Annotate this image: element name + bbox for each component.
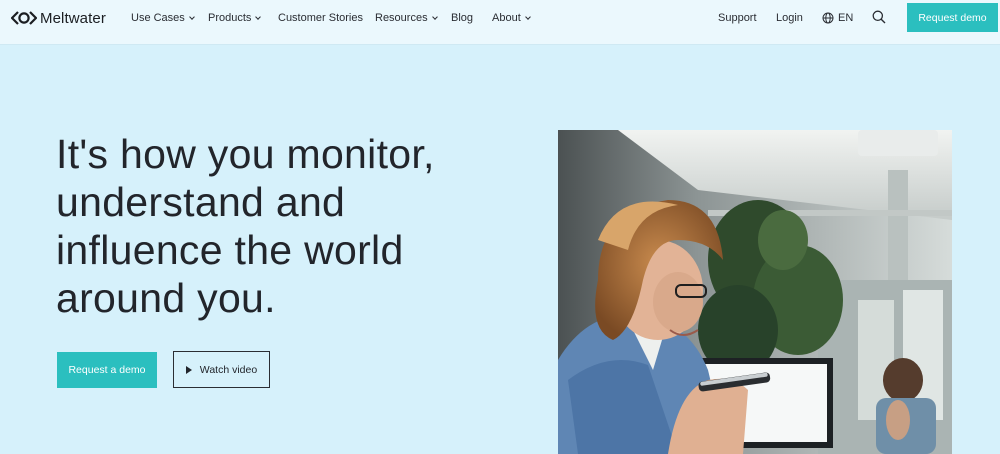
nav-item-about[interactable]: About: [492, 11, 531, 25]
globe-icon[interactable]: [822, 12, 834, 24]
chevron-down-icon: [255, 13, 262, 20]
brand-name: Meltwater: [40, 9, 106, 27]
nav-item-label: Blog: [451, 12, 474, 24]
nav-item-use-cases[interactable]: Use Cases: [131, 11, 195, 25]
top-navigation: Meltwater Use Cases Products Customer St…: [0, 0, 1000, 45]
watch-video-button[interactable]: Watch video: [173, 351, 270, 388]
hero-headline-line: It's how you monitor,: [56, 131, 435, 177]
nav-item-label: About: [492, 12, 521, 24]
hero-headline-line: around you.: [56, 275, 276, 321]
language-selector[interactable]: EN: [838, 11, 853, 25]
nav-support-link[interactable]: Support: [718, 11, 757, 25]
hero-image: [558, 130, 952, 454]
nav-item-products[interactable]: Products: [208, 11, 262, 25]
nav-login-link[interactable]: Login: [776, 11, 803, 25]
nav-item-customer-stories[interactable]: Customer Stories: [278, 11, 363, 25]
request-a-demo-button[interactable]: Request a demo: [57, 352, 157, 388]
nav-item-label: Products: [208, 12, 252, 24]
request-demo-button[interactable]: Request demo: [907, 3, 998, 32]
meltwater-logo-icon: [11, 11, 37, 25]
nav-item-label: Customer Stories: [278, 12, 363, 24]
chevron-down-icon: [524, 13, 531, 20]
hero-headline-line: influence the world: [56, 227, 404, 273]
hero-photo-illustration: [558, 130, 952, 454]
hero-headline-line: understand and: [56, 179, 346, 225]
nav-item-label: Use Cases: [131, 12, 185, 24]
chevron-down-icon: [188, 13, 195, 20]
chevron-down-icon: [431, 13, 438, 20]
play-icon: [185, 365, 192, 374]
watch-video-label: Watch video: [199, 363, 258, 376]
brand-logo[interactable]: Meltwater: [11, 9, 106, 27]
nav-item-label: Resources: [375, 12, 428, 24]
hero-headline: It's how you monitor, understand and inf…: [56, 130, 526, 322]
nav-item-blog[interactable]: Blog: [451, 11, 473, 25]
nav-item-resources[interactable]: Resources: [375, 11, 438, 25]
search-icon[interactable]: [872, 10, 886, 24]
